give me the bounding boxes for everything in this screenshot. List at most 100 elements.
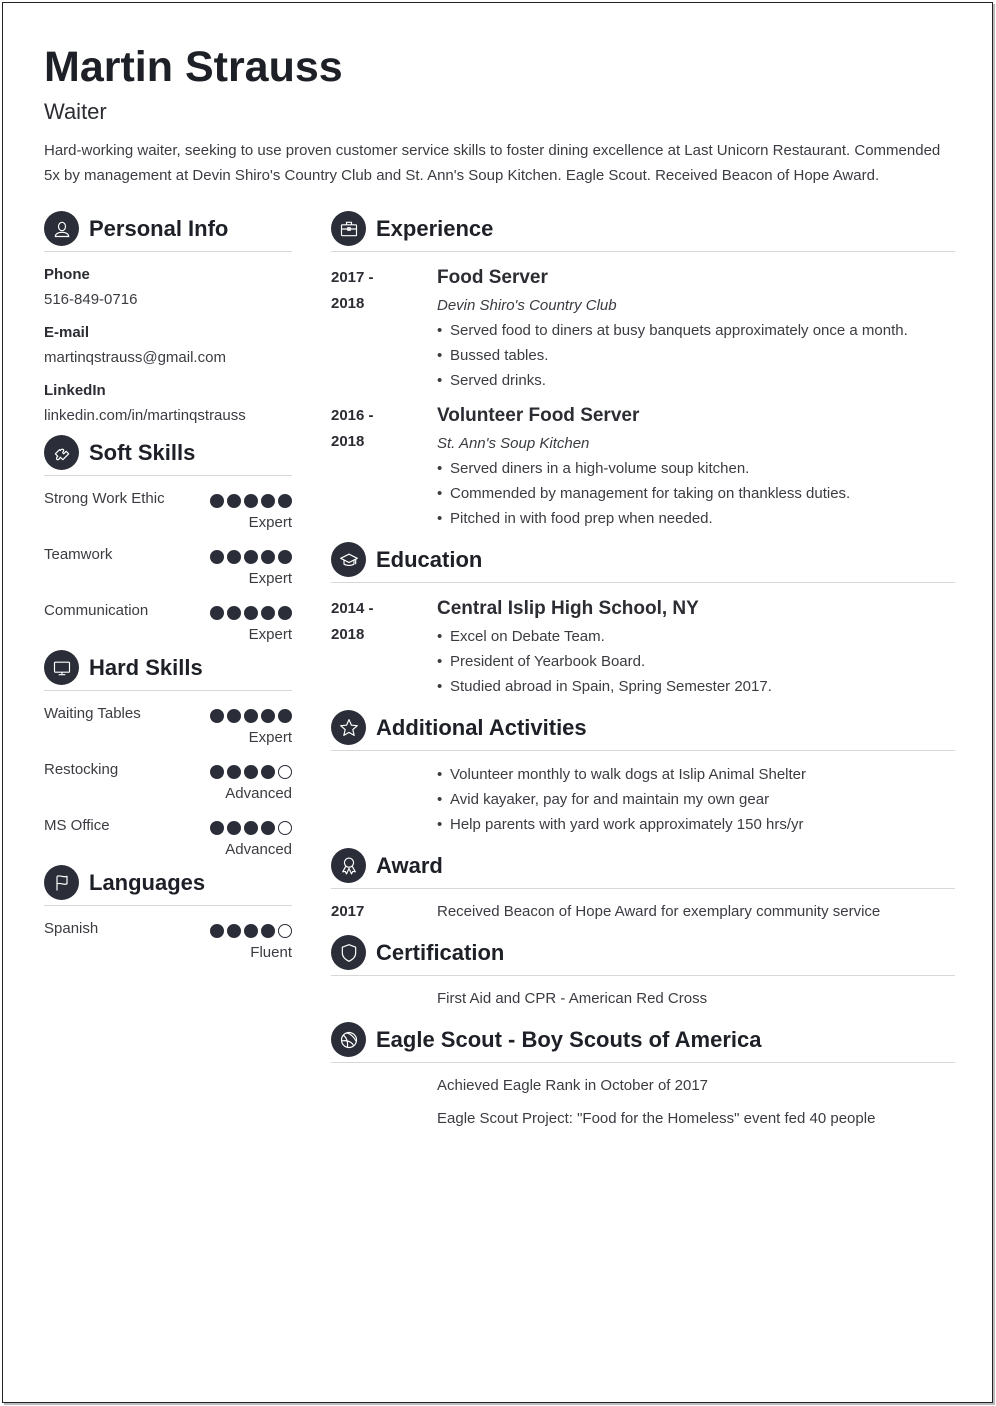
entry-date: 2014 - 2018 [331,596,437,699]
rating-dot-empty [278,924,292,938]
skill-level: Fluent [250,944,292,961]
award-text: Received Beacon of Hope Award for exempl… [437,903,881,920]
rating-dot-filled [261,494,275,508]
rating-dot-filled [278,709,292,723]
bullet-item: Help parents with yard work approximatel… [437,812,955,837]
bullet-item: President of Yearbook Board. [437,649,955,674]
linkedin-value: linkedin.com/in/martinqstrauss [44,407,246,424]
bullet-item: Served diners in a high-volume soup kitc… [437,456,955,481]
section-title: Experience [376,215,494,241]
date-end: 2018 [331,295,365,312]
entry-date: 2017 - 2018 [331,265,437,393]
date-end: 2018 [331,626,365,643]
award-entry: 2017 Received Beacon of Hope Award for e… [331,899,955,925]
eagle-scout-line: Eagle Scout Project: "Food for the Homel… [437,1110,876,1127]
rating-dot-filled [244,765,258,779]
section-header: Personal Info [44,210,292,252]
date-end: 2018 [331,433,365,450]
right-column: Experience 2017 - 2018 Food Server Devin… [331,210,955,1132]
rating-dot-filled [210,821,224,835]
personal-info-section: Personal Info Phone 516-849-0716 E-mail … [44,210,292,426]
rating-dot-filled [261,606,275,620]
job-role: Food Server [437,267,548,288]
experience-entry: 2016 - 2018 Volunteer Food Server St. An… [331,403,955,531]
certification-section: Certification First Aid and CPR - Americ… [331,934,955,1012]
experience-section: Experience 2017 - 2018 Food Server Devin… [331,210,955,531]
ribbon-icon [331,848,366,883]
rating-dot-filled [227,709,241,723]
rating-dot-filled [244,494,258,508]
bullet-item: Served drinks. [437,368,955,393]
skill-row: MS Office Advanced [44,817,292,859]
monitor-icon [44,650,79,685]
phone-label: Phone [44,266,90,283]
bullet-item: Avid kayaker, pay for and maintain my ow… [437,787,955,812]
skill-level: Advanced [225,785,292,802]
date-start: 2016 - [331,407,374,424]
skill-level: Expert [248,570,292,587]
section-title: Certification [376,939,505,965]
job-role: Volunteer Food Server [437,405,640,426]
skill-level: Advanced [225,841,292,858]
skill-rating [210,765,292,779]
soft-skills-section: Soft Skills Strong Work Ethic Expert Teamw… [44,434,292,644]
email-value: martinqstrauss@gmail.com [44,349,226,366]
entry-body: Volunteer Food Server St. Ann's Soup Kit… [437,403,955,531]
section-header: Additional Activities [331,709,955,751]
person-icon [44,211,79,246]
rating-dot-filled [227,765,241,779]
section-title: Eagle Scout - Boy Scouts of America [376,1026,762,1052]
section-header: Experience [331,210,955,252]
section-title: Education [376,546,483,572]
activities-entry: Volunteer monthly to walk dogs at Islip … [331,762,955,837]
skill-row: Strong Work Ethic Expert [44,490,292,532]
skill-row: Waiting Tables Expert [44,705,292,747]
skill-rating [210,494,292,508]
rating-dot-filled [244,606,258,620]
section-title: Soft Skills [89,439,196,465]
bullet-item: Commended by management for taking on th… [437,481,955,506]
date-start: 2014 - [331,600,374,617]
section-header: Award [331,847,955,889]
skill-level: Expert [248,514,292,531]
skill-rating [210,924,292,938]
languages-section: Languages Spanish Fluent [44,864,292,962]
section-header: Eagle Scout - Boy Scouts of America [331,1021,955,1063]
hard-skills-section: Hard Skills Waiting Tables Expert Restocki… [44,649,292,859]
bullet-item: Excel on Debate Team. [437,624,955,649]
education-section: Education 2014 - 2018 Central Islip High… [331,541,955,699]
skill-row: Spanish Fluent [44,920,292,962]
entry-body: Food Server Devin Shiro's Country Club S… [437,265,955,393]
resume-page: Martin Strauss Waiter Hard-working waite… [2,2,993,1403]
rating-dot-filled [210,494,224,508]
rating-dot-filled [244,821,258,835]
bullet-item: Studied abroad in Spain, Spring Semester… [437,674,955,699]
section-title: Hard Skills [89,654,203,680]
section-header: Languages [44,864,292,906]
skill-rating [210,821,292,835]
rating-dot-filled [278,606,292,620]
skill-rating [210,606,292,620]
email-label: E-mail [44,324,90,341]
shield-icon [331,935,366,970]
star-icon [331,710,366,745]
certification-entry: First Aid and CPR - American Red Cross [331,986,955,1012]
skill-row: Teamwork Expert [44,546,292,588]
experience-entry: 2017 - 2018 Food Server Devin Shiro's Co… [331,265,955,393]
rating-dot-filled [227,550,241,564]
job-title: Waiter [44,99,107,124]
entry-date: 2016 - 2018 [331,403,437,531]
puzzle-icon [44,435,79,470]
section-title: Additional Activities [376,714,587,740]
rating-dot-empty [278,765,292,779]
graduation-cap-icon [331,542,366,577]
skill-row: Restocking Advanced [44,761,292,803]
skill-rating [210,550,292,564]
rating-dot-filled [227,821,241,835]
section-header: Education [331,541,955,583]
rating-dot-filled [261,821,275,835]
rating-dot-filled [244,924,258,938]
rating-dot-filled [210,765,224,779]
employer: Devin Shiro's Country Club [437,297,617,314]
candidate-name: Martin Strauss [44,43,343,91]
